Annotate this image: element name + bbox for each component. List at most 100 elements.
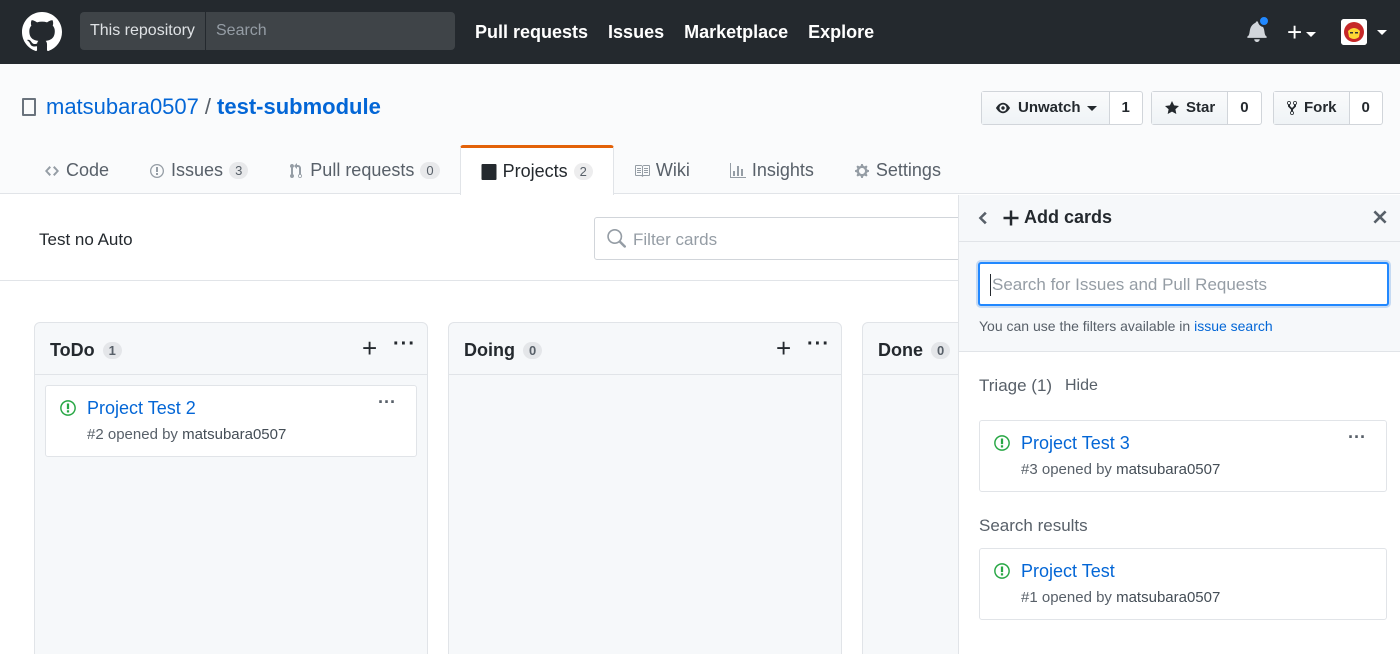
tab-label: Projects bbox=[502, 161, 568, 181]
card-title-link[interactable]: Project Test 2 bbox=[87, 398, 196, 419]
text-cursor bbox=[990, 274, 991, 296]
column-counter: 0 bbox=[931, 342, 951, 359]
nav-explore[interactable]: Explore bbox=[808, 22, 874, 43]
card-meta-prefix: #2 opened by bbox=[87, 426, 178, 443]
tab-code[interactable]: Code bbox=[22, 146, 129, 195]
nav-marketplace[interactable]: Marketplace bbox=[684, 22, 788, 43]
tab-label: Insights bbox=[751, 160, 814, 180]
column-header: Doing 0 + ··· bbox=[449, 323, 841, 375]
card-meta-prefix: #1 opened by bbox=[1021, 589, 1112, 606]
tab-projects[interactable]: Projects 2 bbox=[459, 145, 614, 195]
column-menu-button[interactable]: ··· bbox=[393, 333, 416, 356]
gear-icon bbox=[854, 163, 869, 178]
add-card-button[interactable]: + bbox=[776, 333, 791, 364]
card-title-link[interactable]: Project Test bbox=[1021, 561, 1115, 582]
tab-wiki[interactable]: Wiki bbox=[614, 146, 710, 195]
header-search[interactable]: This repository Search bbox=[80, 12, 455, 50]
column-doing: Doing 0 + ··· bbox=[448, 322, 842, 654]
issue-opened-icon bbox=[60, 400, 76, 416]
chevron-down-icon[interactable] bbox=[1377, 30, 1387, 35]
tab-insights[interactable]: Insights bbox=[710, 146, 834, 195]
column-name: ToDo bbox=[50, 340, 95, 360]
card-author-link[interactable]: matsubara0507 bbox=[182, 426, 286, 443]
tab-counter: 2 bbox=[573, 163, 593, 180]
card-menu-button[interactable]: ··· bbox=[1348, 427, 1366, 448]
column-title: ToDo 1 bbox=[50, 340, 122, 361]
pull-request-icon bbox=[290, 162, 303, 178]
repo-title: matsubara0507 / test-submodule bbox=[22, 94, 381, 120]
forks-count[interactable]: 0 bbox=[1350, 92, 1382, 124]
watchers-count[interactable]: 1 bbox=[1110, 92, 1142, 124]
code-icon bbox=[45, 165, 59, 176]
column-counter: 0 bbox=[523, 342, 543, 359]
search-help-text: You can use the filters available in iss… bbox=[979, 318, 1273, 334]
project-icon bbox=[481, 163, 497, 180]
fork-icon bbox=[1287, 100, 1297, 116]
tab-pull-requests[interactable]: Pull requests 0 bbox=[268, 146, 459, 195]
eye-icon bbox=[996, 102, 1010, 114]
create-new-menu[interactable]: + bbox=[1287, 18, 1317, 46]
add-card-button[interactable]: + bbox=[362, 333, 377, 364]
add-cards-panel: Add cards Search for Issues and Pull Req… bbox=[958, 195, 1400, 654]
repo-name-link[interactable]: test-submodule bbox=[217, 94, 381, 120]
github-logo-icon[interactable] bbox=[22, 12, 62, 52]
hide-triage-button[interactable]: Hide bbox=[1065, 377, 1098, 395]
column-name: Done bbox=[878, 340, 923, 360]
repo-owner-link[interactable]: matsubara0507 bbox=[46, 94, 199, 120]
project-title: Test no Auto bbox=[39, 230, 133, 249]
tab-settings[interactable]: Settings bbox=[834, 146, 961, 195]
tab-label: Wiki bbox=[655, 160, 690, 180]
column-menu-button[interactable]: ··· bbox=[807, 333, 830, 356]
project-card[interactable]: Project Test 2 #2 opened by matsubara050… bbox=[45, 385, 417, 457]
star-button[interactable]: Star bbox=[1152, 92, 1229, 124]
unwatch-button[interactable]: Unwatch bbox=[982, 92, 1110, 124]
issues-search-input[interactable]: Search for Issues and Pull Requests bbox=[978, 262, 1389, 306]
path-separator: / bbox=[204, 94, 212, 119]
chevron-left-icon[interactable] bbox=[977, 208, 989, 228]
stars-count[interactable]: 0 bbox=[1228, 92, 1260, 124]
tab-issues[interactable]: Issues 3 bbox=[129, 146, 268, 195]
card-author-link[interactable]: matsubara0507 bbox=[1116, 461, 1220, 478]
filter-cards-input[interactable]: Filter cards bbox=[594, 217, 974, 260]
issue-opened-icon bbox=[994, 435, 1010, 451]
triage-label: Triage (1) bbox=[979, 376, 1053, 395]
fork-button[interactable]: Fork bbox=[1274, 92, 1350, 124]
fork-label: Fork bbox=[1304, 99, 1337, 116]
repo-header: matsubara0507 / test-submodule Unwatch 1… bbox=[0, 64, 1400, 195]
avatar-image bbox=[1341, 19, 1367, 45]
nav-pull-requests[interactable]: Pull requests bbox=[475, 22, 588, 43]
help-text: You can use the filters available in bbox=[979, 318, 1191, 334]
triage-card[interactable]: Project Test 3 #3 opened by matsubara050… bbox=[979, 420, 1387, 492]
plus-icon bbox=[1003, 210, 1019, 225]
search-input[interactable]: Search bbox=[206, 12, 455, 50]
card-author-link[interactable]: matsubara0507 bbox=[1116, 589, 1220, 606]
issue-icon bbox=[150, 163, 165, 178]
panel-header: Add cards bbox=[959, 195, 1400, 242]
notification-indicator bbox=[1258, 15, 1270, 27]
star-button-group: Star 0 bbox=[1151, 91, 1262, 125]
column-name: Doing bbox=[464, 340, 515, 360]
tab-label: Code bbox=[66, 160, 110, 180]
nav-issues[interactable]: Issues bbox=[608, 22, 664, 43]
panel-search-area: Search for Issues and Pull Requests You … bbox=[959, 242, 1400, 352]
card-title-link[interactable]: Project Test 3 bbox=[1021, 433, 1130, 454]
card-meta-prefix: #3 opened by bbox=[1021, 461, 1112, 478]
search-icon bbox=[607, 229, 626, 248]
chevron-down-icon bbox=[1306, 31, 1317, 37]
fork-button-group: Fork 0 bbox=[1273, 91, 1383, 125]
close-icon[interactable] bbox=[1372, 207, 1388, 227]
avatar[interactable] bbox=[1341, 19, 1367, 45]
search-result-card[interactable]: Project Test #1 opened by matsubara0507 bbox=[979, 548, 1387, 620]
star-label: Star bbox=[1186, 99, 1216, 116]
repo-icon bbox=[22, 98, 36, 116]
book-icon bbox=[634, 164, 650, 177]
column-title: Doing 0 bbox=[464, 340, 543, 361]
card-menu-button[interactable]: ··· bbox=[378, 392, 396, 413]
issue-search-link[interactable]: issue search bbox=[1194, 318, 1273, 334]
tab-counter: 3 bbox=[229, 162, 249, 179]
tab-label: Settings bbox=[875, 160, 941, 180]
header-nav: Pull requests Issues Marketplace Explore bbox=[475, 0, 894, 64]
card-meta: #1 opened by matsubara0507 bbox=[1021, 589, 1220, 606]
tab-counter: 0 bbox=[420, 162, 440, 179]
project-header: Test no Auto Filter cards bbox=[0, 195, 974, 281]
